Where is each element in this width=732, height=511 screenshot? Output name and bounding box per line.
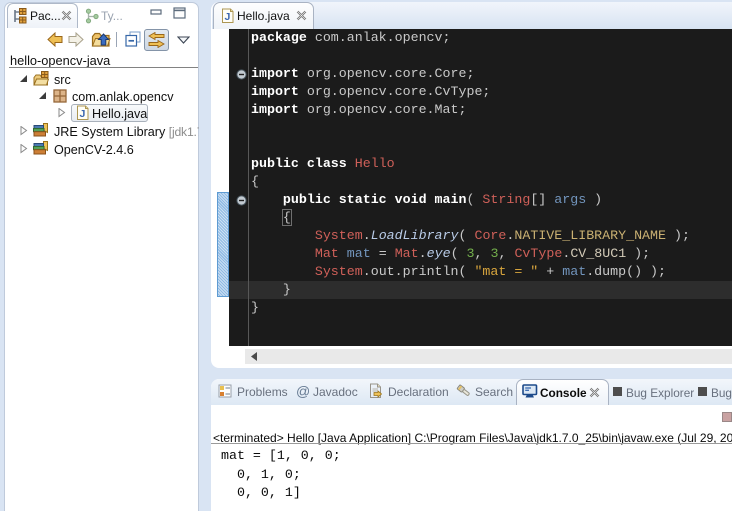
svg-text:J: J bbox=[225, 11, 231, 23]
svg-text:J: J bbox=[80, 108, 86, 120]
